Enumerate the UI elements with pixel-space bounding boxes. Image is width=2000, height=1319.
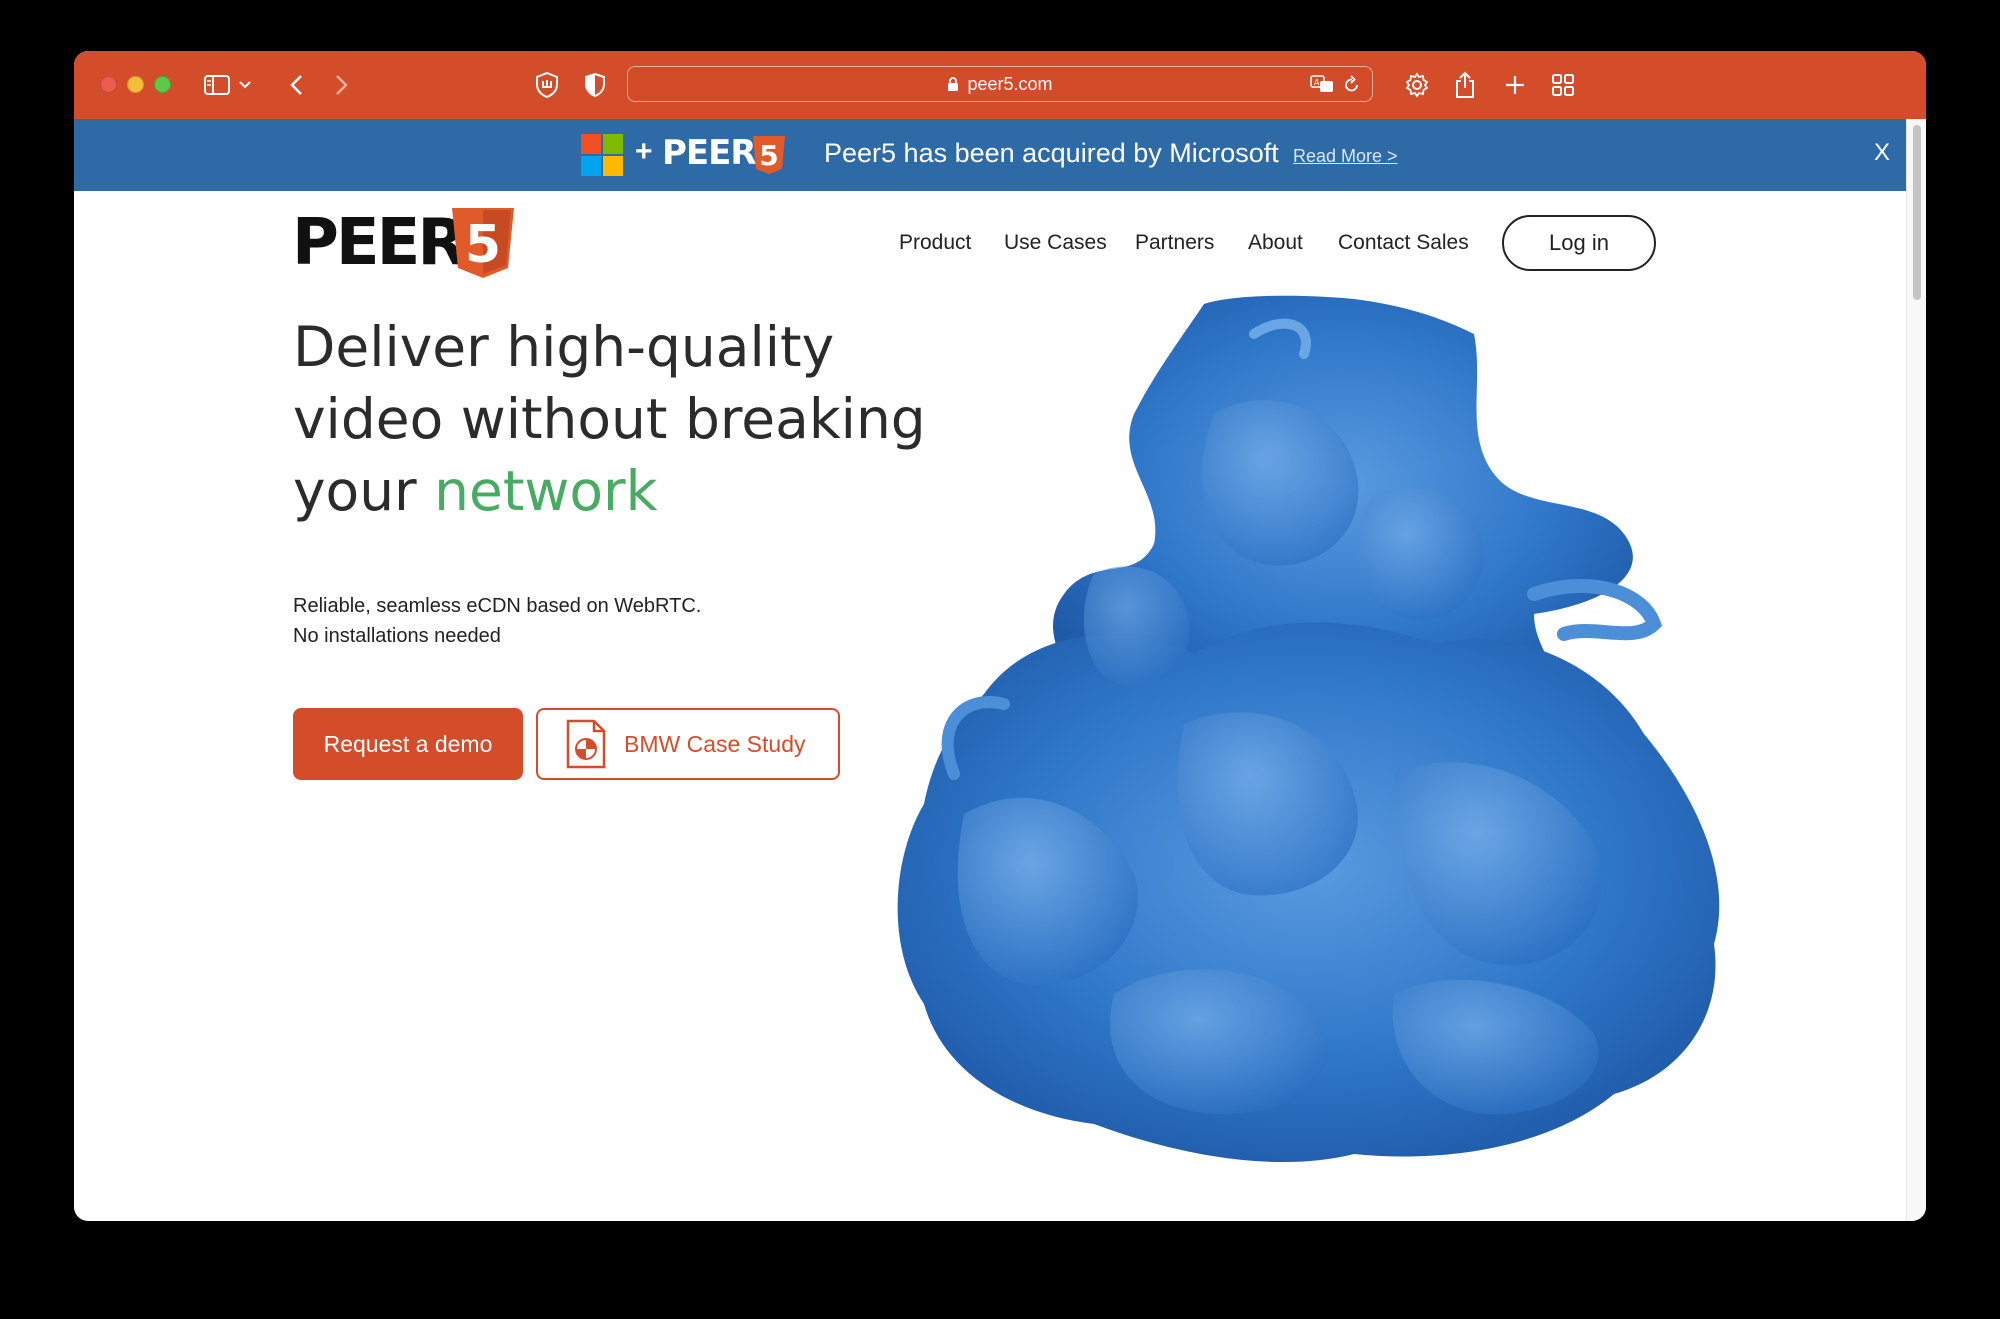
lock-icon bbox=[948, 76, 959, 91]
bmw-case-study-button[interactable]: BMW Case Study bbox=[536, 708, 840, 780]
url-text: peer5.com bbox=[967, 73, 1053, 94]
tab-overview-icon[interactable] bbox=[1548, 68, 1578, 102]
shield-icon[interactable] bbox=[532, 68, 562, 102]
translate-icon[interactable]: A bbox=[1308, 67, 1336, 100]
banner-peer5-five-icon: 5 bbox=[753, 136, 785, 174]
new-tab-icon[interactable] bbox=[1500, 68, 1530, 102]
nav-partners[interactable]: Partners bbox=[1135, 231, 1214, 255]
reload-icon[interactable] bbox=[1340, 67, 1364, 100]
peer5-logo[interactable]: PEER bbox=[292, 206, 467, 280]
minimize-window-button[interactable] bbox=[127, 76, 144, 93]
peer5-logo-five-icon[interactable]: 5 bbox=[450, 206, 516, 280]
subtitle-line-1: Reliable, seamless eCDN based on WebRTC. bbox=[293, 595, 702, 617]
nav-contact-sales[interactable]: Contact Sales bbox=[1338, 231, 1469, 255]
browser-toolbar: peer5.com A bbox=[74, 51, 1926, 119]
login-button[interactable]: Log in bbox=[1502, 215, 1656, 271]
svg-text:5: 5 bbox=[759, 139, 778, 172]
scrollbar-thumb[interactable] bbox=[1913, 125, 1921, 300]
hero-subtitle: Reliable, seamless eCDN based on WebRTC.… bbox=[293, 591, 701, 651]
banner-message: Peer5 has been acquired by Microsoft bbox=[824, 138, 1279, 168]
svg-text:5: 5 bbox=[465, 215, 501, 275]
subtitle-line-2: No installations needed bbox=[293, 625, 501, 647]
request-demo-button[interactable]: Request a demo bbox=[293, 708, 523, 780]
close-window-button[interactable] bbox=[100, 76, 117, 93]
back-icon[interactable] bbox=[284, 68, 308, 102]
chevron-down-icon[interactable] bbox=[236, 68, 254, 102]
microsoft-logo-icon bbox=[581, 134, 623, 176]
banner-close-button[interactable]: X bbox=[1874, 139, 1890, 167]
address-bar[interactable]: peer5.com A bbox=[627, 66, 1373, 102]
headline-your: your bbox=[293, 459, 417, 523]
svg-text:A: A bbox=[1314, 78, 1320, 87]
browser-window: peer5.com A + PEER 5 Peer5 has been acqu… bbox=[74, 51, 1926, 1221]
sidebar-icon[interactable] bbox=[202, 68, 232, 102]
zoom-window-button[interactable] bbox=[154, 76, 171, 93]
nav-product[interactable]: Product bbox=[899, 231, 971, 255]
document-icon bbox=[566, 719, 606, 769]
privacy-icon[interactable] bbox=[580, 68, 610, 102]
share-icon[interactable] bbox=[1450, 68, 1480, 102]
read-more-link[interactable]: Read More > bbox=[1293, 146, 1398, 167]
page-scrollbar[interactable] bbox=[1906, 119, 1926, 1221]
nav-use-cases[interactable]: Use Cases bbox=[1004, 231, 1107, 255]
banner-peer5-logo: PEER bbox=[662, 133, 757, 173]
blue-ink-cloud-image bbox=[897, 295, 1720, 1163]
headline-accent: network bbox=[434, 459, 658, 523]
forward-icon[interactable] bbox=[330, 68, 354, 102]
acquisition-banner: + PEER 5 Peer5 has been acquired by Micr… bbox=[74, 119, 1906, 191]
bmw-case-study-label: BMW Case Study bbox=[624, 730, 806, 757]
nav-about[interactable]: About bbox=[1248, 231, 1303, 255]
settings-icon[interactable] bbox=[1402, 68, 1432, 102]
banner-plus: + bbox=[635, 135, 653, 168]
